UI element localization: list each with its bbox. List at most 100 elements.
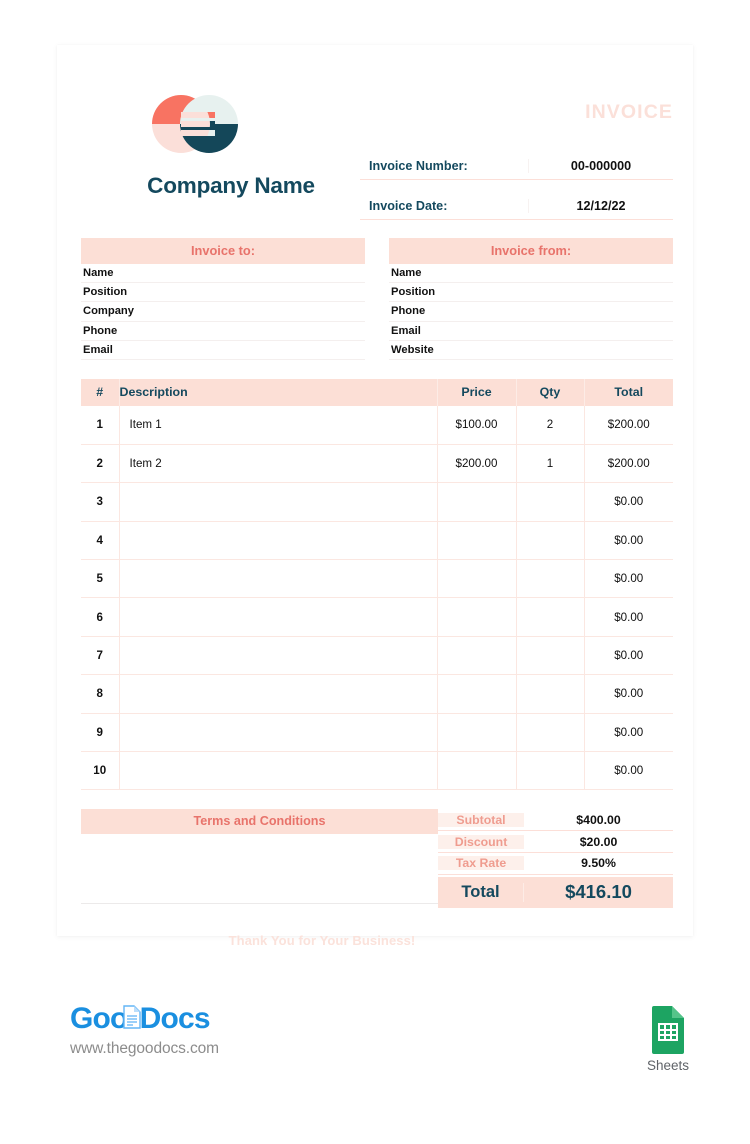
- invoice-header: Company Name INVOICE Invoice Number: 00-…: [81, 68, 673, 233]
- cell-total: $0.00: [584, 559, 673, 599]
- cell-total: $0.00: [584, 482, 673, 522]
- cell-qty[interactable]: [516, 482, 585, 522]
- invoice-from-field[interactable]: Phone: [389, 302, 673, 322]
- goodocs-branding: Goo Docs www.thegoodocs.com: [70, 1004, 310, 1058]
- cell-price[interactable]: [437, 597, 517, 637]
- invoice-document-body: Company Name INVOICE Invoice Number: 00-…: [81, 68, 673, 948]
- cell-number: 9: [81, 713, 120, 752]
- cell-qty[interactable]: [516, 713, 585, 752]
- table-row: 5 $0.00: [81, 559, 673, 599]
- cell-number: 8: [81, 674, 120, 714]
- cell-description[interactable]: [119, 713, 438, 752]
- subtotal-row: Subtotal $400.00: [438, 809, 673, 832]
- goodocs-url[interactable]: www.thegoodocs.com: [70, 1040, 310, 1058]
- cell-number: 5: [81, 559, 120, 599]
- cell-price[interactable]: [437, 482, 517, 522]
- cell-qty[interactable]: [516, 559, 585, 599]
- cell-description[interactable]: [119, 559, 438, 599]
- cell-description[interactable]: [119, 751, 438, 791]
- tax-rate-value[interactable]: 9.50%: [524, 856, 673, 870]
- invoice-page: Company Name INVOICE Invoice Number: 00-…: [0, 0, 750, 1144]
- table-header-row: # Description Price Qty Total: [81, 378, 673, 406]
- invoice-from-field[interactable]: Position: [389, 283, 673, 303]
- line-items-body: 1 Item 1 $100.00 2 $200.00 2 Item 2 $200…: [81, 405, 673, 791]
- invoice-to-field[interactable]: Phone: [81, 322, 365, 341]
- table-row: 4 $0.00: [81, 521, 673, 561]
- parties-section: Invoice to: Name Position Company Phone …: [81, 238, 673, 360]
- invoice-to-field[interactable]: Company: [81, 302, 365, 322]
- terms-body[interactable]: [81, 834, 438, 905]
- summary-block: Subtotal $400.00 Discount $20.00 Tax Rat…: [438, 809, 673, 908]
- invoice-to-field[interactable]: Position: [81, 283, 365, 303]
- table-row: 3 $0.00: [81, 482, 673, 522]
- invoice-to-heading: Invoice to:: [81, 238, 365, 264]
- invoice-from-field[interactable]: Website: [389, 341, 673, 360]
- cell-price[interactable]: [437, 636, 517, 676]
- cell-number: 7: [81, 636, 120, 676]
- tax-rate-row: Tax Rate 9.50%: [438, 853, 673, 875]
- goodocs-logo[interactable]: Goo Docs: [70, 1004, 310, 1034]
- discount-label: Discount: [438, 834, 524, 849]
- google-sheets-label: Sheets: [646, 1058, 690, 1073]
- cell-price[interactable]: $100.00: [437, 405, 517, 445]
- subtotal-label: Subtotal: [438, 812, 524, 827]
- table-row: 8 $0.00: [81, 674, 673, 714]
- cell-qty[interactable]: 2: [516, 405, 585, 445]
- cell-total: $0.00: [584, 597, 673, 637]
- cell-description[interactable]: Item 2: [119, 444, 438, 484]
- google-sheets-badge[interactable]: Sheets: [642, 1005, 694, 1073]
- subtotal-value: $400.00: [576, 812, 621, 827]
- invoice-from-field[interactable]: Name: [389, 264, 673, 284]
- goodocs-name-part1: Goo: [70, 1002, 128, 1035]
- cell-total: $200.00: [584, 444, 673, 484]
- line-items-table: # Description Price Qty Total 1 Item 1 $…: [81, 378, 673, 791]
- cell-total: $0.00: [584, 751, 673, 791]
- grand-total-value: $416.10: [565, 881, 632, 903]
- invoice-from-block: Invoice from: Name Position Phone Email …: [389, 238, 673, 360]
- cell-total: $0.00: [584, 713, 673, 752]
- cell-qty[interactable]: 1: [516, 444, 585, 484]
- cell-total: $200.00: [584, 405, 673, 445]
- invoice-number-label: Invoice Number:: [369, 158, 468, 173]
- invoice-number-value[interactable]: 00-000000: [528, 158, 673, 173]
- cell-description[interactable]: [119, 674, 438, 714]
- invoice-date-label: Invoice Date:: [369, 198, 448, 213]
- cell-qty[interactable]: [516, 521, 585, 561]
- cell-number: 1: [81, 405, 120, 445]
- cell-price[interactable]: [437, 713, 517, 752]
- cell-qty[interactable]: [516, 636, 585, 676]
- google-sheets-icon: [652, 1006, 684, 1054]
- table-row: 1 Item 1 $100.00 2 $200.00: [81, 405, 673, 445]
- cell-qty[interactable]: [516, 597, 585, 637]
- table-row: 7 $0.00: [81, 636, 673, 676]
- cell-description[interactable]: [119, 636, 438, 676]
- discount-value[interactable]: $20.00: [524, 835, 673, 849]
- two-overlapping-circles-logo-icon: [145, 90, 245, 158]
- cell-description[interactable]: Item 1: [119, 405, 438, 445]
- cell-price[interactable]: [437, 559, 517, 599]
- terms-heading: Terms and Conditions: [81, 809, 438, 835]
- invoice-date-row: Invoice Date: 12/12/22: [360, 192, 673, 220]
- invoice-to-field[interactable]: Email: [81, 341, 365, 360]
- tax-rate-label: Tax Rate: [438, 856, 524, 871]
- cell-description[interactable]: [119, 482, 438, 522]
- invoice-watermark-title: INVOICE: [585, 101, 673, 123]
- cell-description[interactable]: [119, 597, 438, 637]
- cell-price[interactable]: [437, 674, 517, 714]
- grand-total-label: Total: [438, 882, 524, 902]
- table-row: 2 Item 2 $200.00 1 $200.00: [81, 444, 673, 484]
- goodocs-name-part2: Docs: [139, 1002, 211, 1035]
- invoice-to-field[interactable]: Name: [81, 264, 365, 284]
- cell-qty[interactable]: [516, 751, 585, 791]
- cell-description[interactable]: [119, 521, 438, 561]
- cell-number: 4: [81, 521, 120, 561]
- invoice-to-block: Invoice to: Name Position Company Phone …: [81, 238, 365, 360]
- table-row: 9 $0.00: [81, 713, 673, 752]
- invoice-from-field[interactable]: Email: [389, 322, 673, 341]
- cell-price[interactable]: [437, 751, 517, 791]
- cell-qty[interactable]: [516, 674, 585, 714]
- cell-number: 3: [81, 482, 120, 522]
- cell-price[interactable]: [437, 521, 517, 561]
- cell-price[interactable]: $200.00: [437, 444, 517, 484]
- invoice-date-value[interactable]: 12/12/22: [528, 198, 673, 213]
